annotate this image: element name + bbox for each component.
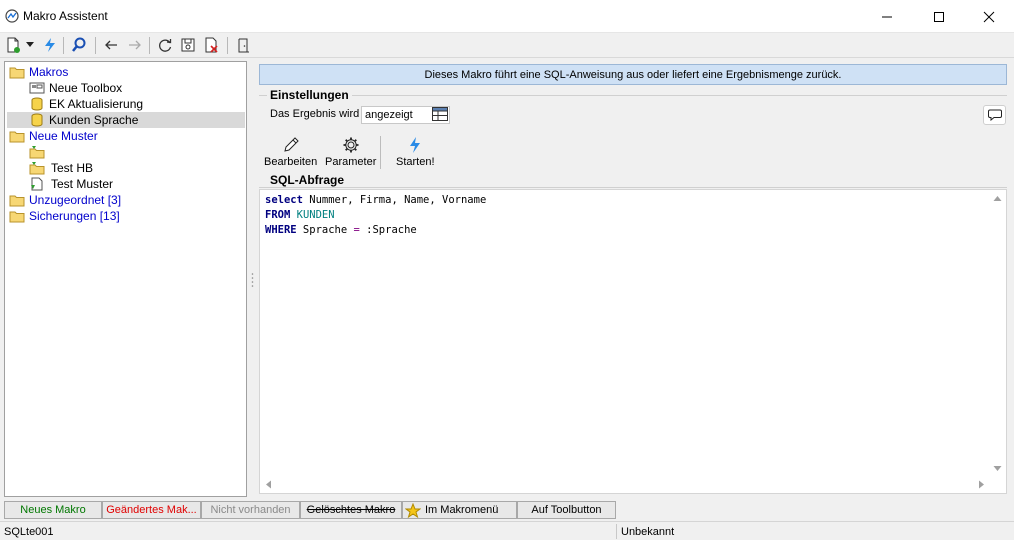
settings-title: Einstellungen — [267, 88, 352, 102]
delete-document-icon — [205, 37, 218, 53]
save-button[interactable] — [178, 35, 198, 55]
delete-button[interactable] — [201, 35, 221, 55]
exit-door-icon — [238, 38, 249, 53]
scroll-right-icon[interactable] — [973, 476, 990, 493]
tree-item-neue-muster[interactable]: Neue Muster — [9, 128, 98, 144]
table-icon[interactable] — [432, 107, 448, 121]
settings-group — [259, 95, 1007, 96]
close-button[interactable] — [966, 0, 1012, 33]
pattern-folder-icon — [29, 146, 45, 159]
info-banner: Dieses Makro führt eine SQL-Anweisung au… — [259, 64, 1007, 85]
sql-title: SQL-Abfrage — [267, 173, 348, 187]
search-icon — [72, 37, 86, 52]
splitter-handle[interactable] — [251, 272, 254, 288]
scroll-up-icon[interactable] — [989, 190, 1006, 207]
pattern-document-icon — [31, 177, 43, 191]
scroll-down-icon[interactable] — [989, 460, 1006, 477]
sql-line-3: WHERE Sprache = :Sprache — [265, 224, 417, 236]
horizontal-scrollbar[interactable] — [260, 476, 990, 493]
result-label: Das Ergebnis wird — [270, 108, 360, 120]
back-button[interactable] — [101, 35, 121, 55]
save-icon — [181, 38, 195, 52]
search-button[interactable] — [69, 35, 89, 55]
gear-icon — [343, 137, 359, 153]
tree-item-makros[interactable]: Makros — [9, 64, 68, 80]
legend-missing: Nicht vorhanden — [201, 501, 300, 519]
tree-item-ek-aktualisierung[interactable]: EK Aktualisierung — [29, 96, 143, 112]
speech-bubble-icon — [987, 109, 1002, 121]
sql-group — [259, 187, 1007, 188]
comment-button[interactable] — [983, 105, 1006, 125]
tree-item-test-hb[interactable]: Test HB — [29, 160, 93, 176]
legend-changed-macro: Geändertes Mak... — [102, 501, 201, 519]
maximize-button[interactable] — [916, 0, 962, 33]
dropdown-arrow-icon — [26, 42, 34, 47]
tree-item-unzugeordnet[interactable]: Unzugeordnet [3] — [9, 192, 121, 208]
minimize-button[interactable] — [864, 0, 910, 33]
status-macro-id: SQLte001 — [4, 525, 54, 538]
title-bar: Makro Assistent — [0, 0, 1014, 33]
star-icon — [405, 502, 421, 518]
edit-button[interactable]: Bearbeiten — [264, 136, 317, 172]
database-icon — [31, 113, 43, 127]
app-icon — [5, 9, 19, 23]
forward-button[interactable] — [125, 35, 145, 55]
window-title: Makro Assistent — [23, 9, 108, 23]
execute-button[interactable] — [40, 35, 60, 55]
status-bar: SQLte001 Unbekannt — [0, 521, 1014, 540]
database-icon — [31, 97, 43, 111]
scroll-left-icon[interactable] — [260, 476, 277, 493]
sql-line-2: FROM KUNDEN — [265, 209, 335, 221]
new-document-icon — [7, 37, 20, 53]
close-icon — [983, 11, 995, 22]
refresh-button[interactable] — [155, 35, 175, 55]
info-text: Dieses Makro führt eine SQL-Anweisung au… — [424, 68, 842, 81]
pencil-icon — [283, 137, 299, 152]
macro-tree[interactable]: Makros Neue Toolbox EK Aktualisierung Ku… — [4, 61, 247, 497]
new-dropdown-button[interactable] — [24, 35, 36, 55]
toolbox-icon — [29, 82, 45, 94]
sql-code[interactable]: select Nummer, Firma, Name, Vorname FROM … — [265, 193, 486, 238]
sql-line-1: select Nummer, Firma, Name, Vorname — [265, 194, 487, 206]
refresh-icon — [159, 39, 172, 52]
tree-item-neue-toolbox[interactable]: Neue Toolbox — [29, 80, 122, 96]
exit-button[interactable] — [233, 35, 253, 55]
toolbar — [0, 33, 1014, 58]
tree-item-sicherungen[interactable]: Sicherungen [13] — [9, 208, 120, 224]
arrow-right-icon — [129, 40, 141, 50]
legend-new-macro: Neues Makro — [4, 501, 102, 519]
parameter-button[interactable]: Parameter — [325, 136, 376, 172]
folder-icon — [9, 67, 25, 79]
status-state: Unbekannt — [621, 525, 675, 538]
new-button[interactable] — [3, 35, 23, 55]
pattern-folder-icon — [29, 162, 45, 175]
lightning-icon — [410, 137, 421, 153]
minimize-icon — [882, 16, 892, 17]
tree-item-test-muster[interactable]: Test Muster — [29, 176, 113, 192]
maximize-icon — [934, 11, 944, 22]
folder-icon — [9, 211, 25, 223]
legend-toolbutton: Auf Toolbutton — [517, 501, 616, 519]
lightning-icon — [45, 38, 55, 52]
arrow-left-icon — [105, 40, 117, 50]
start-button[interactable]: Starten! — [396, 136, 435, 172]
folder-icon — [9, 131, 25, 143]
status-legend: Neues Makro Geändertes Mak... Nicht vorh… — [4, 501, 616, 519]
legend-deleted-macro: Gelöschtes Makro — [300, 501, 402, 519]
legend-in-menu: Im Makromenü — [402, 501, 517, 519]
tree-item-pattern-folder[interactable] — [29, 144, 51, 160]
sql-editor[interactable]: select Nummer, Firma, Name, Vorname FROM … — [259, 189, 1007, 494]
tree-item-kunden-sprache[interactable]: Kunden Sprache — [7, 112, 245, 128]
folder-icon — [9, 195, 25, 207]
result-value: angezeigt — [365, 109, 413, 121]
vertical-scrollbar[interactable] — [989, 190, 1006, 477]
